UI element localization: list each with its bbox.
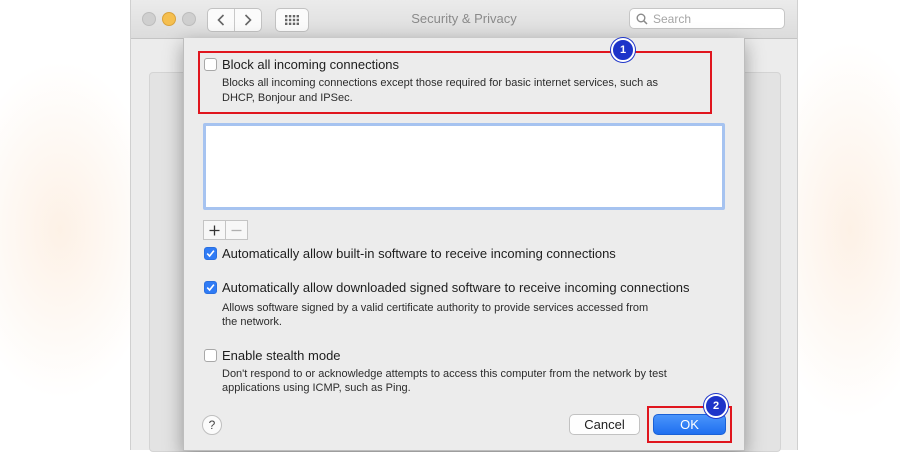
remove-app-button[interactable]: [225, 221, 247, 239]
search-field[interactable]: [629, 8, 785, 29]
help-button[interactable]: ?: [202, 415, 222, 435]
stealth-mode-checkbox[interactable]: [204, 349, 217, 362]
plus-icon: [209, 225, 220, 235]
auto-signed-description-line2: the network.: [222, 316, 282, 328]
preferences-window: Security & Privacy Block all incoming co…: [130, 0, 798, 452]
firewall-options-sheet: Block all incoming connections Blocks al…: [183, 38, 745, 451]
minus-icon: [231, 229, 242, 231]
add-remove-buttons: [203, 220, 248, 240]
title-bar: Security & Privacy: [131, 0, 797, 39]
auto-signed-checkbox[interactable]: [204, 281, 217, 294]
search-input[interactable]: [648, 11, 773, 26]
checkmark-icon: [206, 250, 215, 258]
auto-signed-label: Automatically allow downloaded signed so…: [222, 280, 690, 295]
search-icon: [636, 13, 648, 25]
add-app-button[interactable]: [204, 221, 225, 239]
checkmark-icon: [206, 284, 215, 292]
auto-builtin-label: Automatically allow built-in software to…: [222, 246, 616, 261]
annotation-marker-1: 1: [611, 38, 635, 62]
stealth-description-line1: Don't respond to or acknowledge attempts…: [222, 368, 667, 380]
cancel-button[interactable]: Cancel: [569, 414, 640, 435]
stealth-mode-label: Enable stealth mode: [222, 348, 341, 363]
annotation-highlight-block-all: [198, 51, 712, 114]
application-list[interactable]: [203, 123, 725, 210]
auto-signed-description-line1: Allows software signed by a valid certif…: [222, 302, 649, 314]
auto-builtin-checkbox[interactable]: [204, 247, 217, 260]
stealth-description-line2: applications using ICMP, such as Ping.: [222, 382, 411, 394]
annotation-marker-2: 2: [704, 394, 728, 418]
